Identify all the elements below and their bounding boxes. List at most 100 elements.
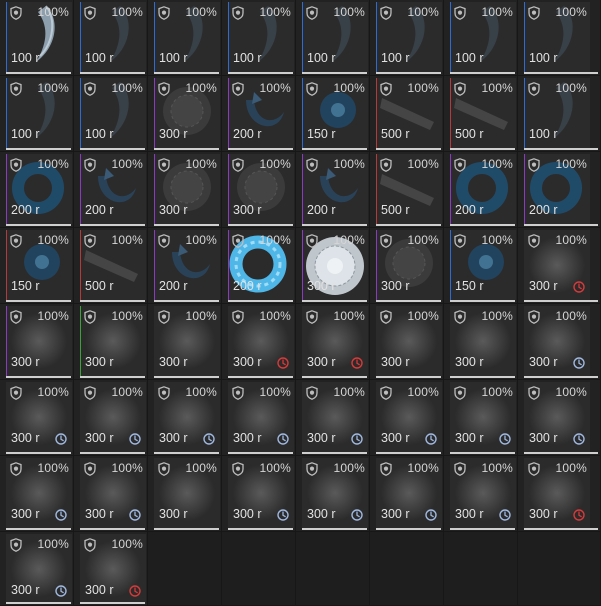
inventory-item[interactable]: 100% 300 r [0,380,74,456]
item-percent: 100% [37,309,69,323]
item-price: 300 r [529,507,558,521]
item-price: 300 r [307,507,336,521]
inventory-item[interactable]: 100% 200 r [296,152,370,228]
item-percent: 100% [555,81,587,95]
inventory-item[interactable]: 100% 100 r [444,0,518,76]
inventory-item[interactable]: 100% 500 r [370,76,444,152]
condition-bar [228,224,293,226]
inventory-item[interactable]: 100% 300 r [222,380,296,456]
inventory-item[interactable]: 100% 300 r [370,456,444,532]
condition-bar [80,300,145,302]
rarity-line [154,2,155,72]
inventory-item[interactable]: 100% 200 r [518,152,601,228]
inventory-item[interactable]: 100% 300 r [74,380,148,456]
inventory-item[interactable]: 100% 300 r [148,152,222,228]
condition-bar [154,224,219,226]
inventory-item[interactable]: 100% 300 r [222,456,296,532]
inventory-item[interactable]: 100% 300 r [222,152,296,228]
item-percent: 100% [259,5,291,19]
item-price: 300 r [159,431,188,445]
inventory-item[interactable]: 100% 300 r [74,304,148,380]
inventory-item[interactable]: 100% 200 r [444,152,518,228]
rarity-line [228,78,229,148]
inventory-item[interactable]: 100% 100 r [222,0,296,76]
inventory-item[interactable]: 100% 100 r [518,0,601,76]
inventory-item[interactable]: 100% 300 r [148,76,222,152]
inventory-item[interactable]: 100% 300 r [148,304,222,380]
rarity-line [450,230,451,300]
inventory-item[interactable]: 100% 300 r [148,380,222,456]
item-tile: 100% 150 r [450,230,516,300]
rarity-line [228,2,229,72]
inventory-item[interactable]: 100% 200 r [222,228,296,304]
condition-bar [376,528,441,530]
inventory-item[interactable]: 100% 300 r [296,228,370,304]
item-price: 100 r [307,51,336,65]
item-tile: 100% 300 r [228,306,294,376]
inventory-item[interactable]: 100% 300 r [518,228,601,304]
inventory-item[interactable]: 100% 300 r [222,304,296,380]
inventory-item[interactable]: 100% 300 r [444,456,518,532]
shield-icon [10,538,22,552]
item-percent: 100% [37,537,69,551]
inventory-item[interactable]: 100% 300 r [296,380,370,456]
inventory-item[interactable]: 100% 100 r [148,0,222,76]
timer-icon [129,432,141,445]
inventory-item[interactable]: 100% 300 r [444,380,518,456]
condition-bar [6,148,71,150]
inventory-item[interactable]: 100% 200 r [222,76,296,152]
shield-icon [454,310,466,324]
timer-icon [573,356,585,369]
inventory-item[interactable]: 100% 300 r [0,304,74,380]
inventory-item[interactable]: 100% 300 r [0,532,74,606]
inventory-item[interactable]: 100% 300 r [518,380,601,456]
inventory-item[interactable]: 100% 100 r [370,0,444,76]
inventory-item[interactable]: 100% 300 r [148,456,222,532]
item-percent: 100% [185,233,217,247]
inventory-item[interactable]: 100% 300 r [370,304,444,380]
item-tile: 100% 200 r [80,154,146,224]
timer-red-icon [573,280,585,293]
inventory-item[interactable]: 100% 500 r [74,228,148,304]
inventory-item[interactable]: 100% 150 r [0,228,74,304]
inventory-item[interactable]: 100% 200 r [74,152,148,228]
item-price: 200 r [11,203,40,217]
inventory-item[interactable]: 100% 100 r [296,0,370,76]
shield-icon [380,6,392,20]
inventory-item[interactable]: 100% 200 r [0,152,74,228]
item-percent: 100% [259,461,291,475]
inventory-item[interactable]: 100% 100 r [0,0,74,76]
inventory-item[interactable]: 100% 300 r [296,304,370,380]
inventory-item[interactable]: 100% 300 r [370,228,444,304]
condition-bar [228,528,293,530]
inventory-item[interactable]: 100% 300 r [74,532,148,606]
inventory-item[interactable]: 100% 300 r [74,456,148,532]
inventory-grid: 100% 100 r 100% 100 r 100% 100 r 100% 100 r 100%… [0,0,601,606]
inventory-item[interactable]: 100% 500 r [370,152,444,228]
item-price: 300 r [455,355,484,369]
item-price: 200 r [529,203,558,217]
rarity-line [450,78,451,148]
inventory-item[interactable]: 100% 300 r [518,304,601,380]
shield-icon [380,82,392,96]
inventory-item[interactable]: 100% 300 r [370,380,444,456]
shield-icon [454,82,466,96]
inventory-item[interactable]: 100% 150 r [444,228,518,304]
inventory-item[interactable]: 100% 100 r [518,76,601,152]
inventory-item[interactable]: 100% 500 r [444,76,518,152]
inventory-item[interactable]: 100% 300 r [518,456,601,532]
inventory-item[interactable]: 100% 300 r [444,304,518,380]
inventory-item[interactable]: 100% 100 r [0,76,74,152]
condition-bar [524,148,598,150]
inventory-item[interactable]: 100% 100 r [74,0,148,76]
timer-icon [129,508,141,521]
item-tile: 100% 300 r [376,230,442,300]
shield-icon [454,462,466,476]
item-tile: 100% 100 r [6,2,72,72]
inventory-item[interactable]: 100% 300 r [296,456,370,532]
inventory-item[interactable]: 100% 300 r [0,456,74,532]
condition-bar [80,224,145,226]
inventory-item[interactable]: 100% 150 r [296,76,370,152]
inventory-item[interactable]: 100% 100 r [74,76,148,152]
inventory-item[interactable]: 100% 200 r [148,228,222,304]
